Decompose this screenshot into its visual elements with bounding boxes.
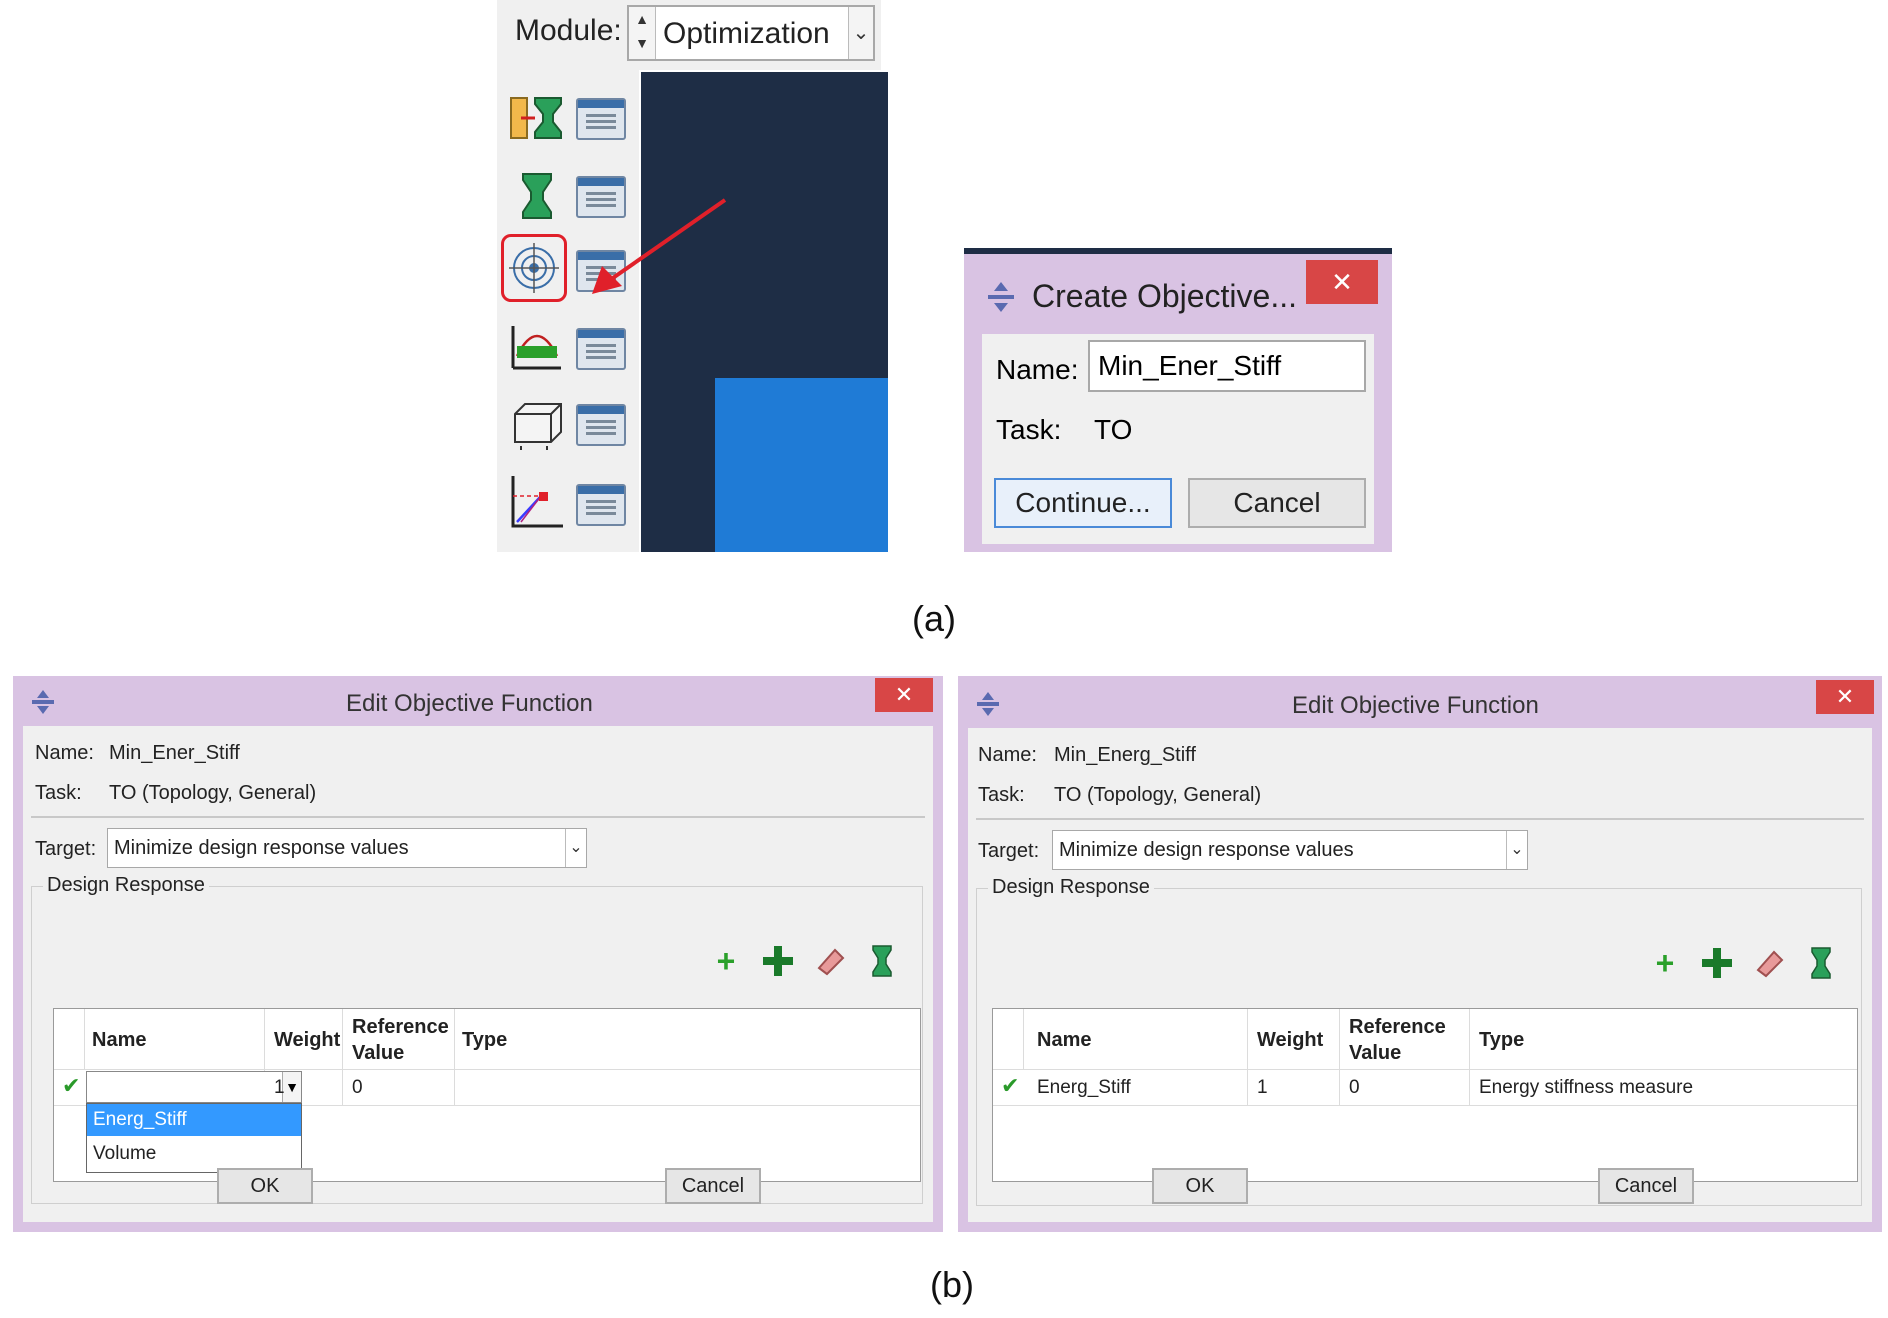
chevron-down-icon[interactable]: ▼ xyxy=(282,1072,301,1102)
column-header: Weight xyxy=(1257,1029,1324,1051)
name-dropdown-list: Energ_Stiff Volume xyxy=(86,1103,302,1173)
name-cell[interactable]: Energ_Stiff xyxy=(1037,1077,1131,1099)
stop-condition-icon[interactable] xyxy=(507,472,567,532)
edit-objective-dialog-right: Edit Objective Function ✕ Name: Min_Ener… xyxy=(958,676,1882,1232)
dialog-move-icon[interactable] xyxy=(974,690,1002,723)
type-cell: Energy stiffness measure xyxy=(1479,1077,1694,1098)
close-button[interactable]: ✕ xyxy=(1816,680,1874,714)
dropdown-option[interactable]: Energ_Stiff xyxy=(87,1104,301,1136)
name-value: Min_Energ_Stiff xyxy=(1054,744,1196,766)
column-header: Type xyxy=(462,1029,508,1051)
reference-cell[interactable]: 0 xyxy=(352,1077,363,1099)
design-response-table: Name Weight Reference Value Type ✔ ▼ 1 0… xyxy=(53,1008,921,1182)
add-icon[interactable]: + xyxy=(709,944,743,978)
viewport[interactable] xyxy=(641,72,888,552)
dialog-move-icon[interactable] xyxy=(984,280,1018,319)
restriction-manager-icon[interactable] xyxy=(576,404,626,446)
dialog-title: Create Objective... xyxy=(1032,278,1297,314)
cancel-button[interactable]: Cancel xyxy=(665,1168,761,1204)
task-manager-icon[interactable] xyxy=(576,98,626,140)
eraser-icon[interactable] xyxy=(813,944,847,978)
target-label: Target: xyxy=(978,840,1040,862)
dropdown-option[interactable]: Volume xyxy=(87,1138,301,1170)
target-select[interactable]: Minimize design response values ⌄ xyxy=(1052,830,1528,870)
edit-body: Name: Min_Ener_Stiff Task: TO (Topology,… xyxy=(23,726,933,1222)
dialog-title: Edit Objective Function xyxy=(346,690,593,717)
check-icon: ✔ xyxy=(62,1073,81,1098)
constraint-icon[interactable] xyxy=(507,316,567,376)
ok-button[interactable]: OK xyxy=(217,1168,313,1204)
module-bar: Module: ▲ ▼ Optimization ⌄ xyxy=(497,0,881,70)
name-combo[interactable]: ▼ xyxy=(86,1071,302,1103)
target-label: Target: xyxy=(35,838,97,860)
target-select[interactable]: Minimize design response values ⌄ xyxy=(107,828,587,868)
cancel-button[interactable]: Cancel xyxy=(1598,1168,1694,1204)
name-label: Name: xyxy=(996,354,1079,385)
model-part xyxy=(715,378,888,552)
dialog-move-icon[interactable] xyxy=(29,688,57,721)
column-header: Weight xyxy=(274,1029,341,1051)
add-multiple-icon[interactable] xyxy=(1700,946,1734,980)
chevron-down-icon[interactable]: ⌄ xyxy=(848,7,873,59)
separator xyxy=(976,818,1864,820)
chevron-down-icon[interactable]: ⌄ xyxy=(1506,831,1527,869)
dialog-title: Edit Objective Function xyxy=(1292,692,1539,719)
geometric-restriction-icon[interactable] xyxy=(507,394,567,454)
stop-manager-icon[interactable] xyxy=(576,484,626,526)
module-select[interactable]: ▲ ▼ Optimization ⌄ xyxy=(627,5,875,61)
column-header: Name xyxy=(1037,1029,1092,1051)
chevron-down-icon[interactable]: ⌄ xyxy=(565,829,586,867)
weight-cell[interactable]: 1 xyxy=(1257,1077,1268,1099)
callout-arrow xyxy=(592,198,727,294)
group-label: Design Response xyxy=(43,874,209,897)
column-header: Type xyxy=(1479,1029,1525,1051)
ok-button[interactable]: OK xyxy=(1152,1168,1248,1204)
objective-function-icon[interactable] xyxy=(501,234,567,302)
constraint-manager-icon[interactable] xyxy=(576,328,626,370)
edit-objective-dialog-left: Edit Objective Function ✕ Name: Min_Ener… xyxy=(13,676,943,1232)
edit-body: Name: Min_Energ_Stiff Task: TO (Topology… xyxy=(968,728,1872,1222)
task-value: TO (Topology, General) xyxy=(109,782,317,804)
design-response-icon[interactable] xyxy=(1804,946,1838,980)
design-response-icon[interactable] xyxy=(865,944,899,978)
group-label: Design Response xyxy=(988,876,1154,899)
continue-button[interactable]: Continue... xyxy=(994,478,1172,528)
add-multiple-icon[interactable] xyxy=(761,944,795,978)
create-task-icon[interactable] xyxy=(507,88,567,148)
task-value: TO (Topology, General) xyxy=(1054,784,1262,806)
design-response-table: Name Weight Reference Value Type ✔ Energ… xyxy=(992,1008,1858,1182)
close-button[interactable]: ✕ xyxy=(1306,260,1378,304)
design-response-icon[interactable] xyxy=(507,166,567,226)
name-field[interactable]: Min_Ener_Stiff xyxy=(1088,340,1366,392)
task-value: TO xyxy=(1094,414,1133,445)
name-label: Name: xyxy=(35,742,94,764)
close-button[interactable]: ✕ xyxy=(875,678,933,712)
caption-a: (a) xyxy=(912,598,956,639)
cancel-button[interactable]: Cancel xyxy=(1188,478,1366,528)
caption-b: (b) xyxy=(930,1264,974,1305)
task-label: Task: xyxy=(978,784,1025,806)
toolbox xyxy=(497,70,639,552)
name-value: Min_Ener_Stiff xyxy=(109,742,240,764)
check-icon: ✔ xyxy=(1001,1073,1020,1098)
create-objective-body: Name: Min_Ener_Stiff Task: TO Continue..… xyxy=(982,334,1374,544)
column-header: Reference Value xyxy=(352,1016,449,1064)
weight-cell[interactable]: 1 xyxy=(274,1077,285,1099)
separator xyxy=(31,816,925,818)
module-label: Module: xyxy=(515,14,622,47)
module-value: Optimization xyxy=(663,17,830,50)
task-label: Task: xyxy=(35,782,82,804)
column-header: Reference Value xyxy=(1349,1016,1446,1064)
reference-cell[interactable]: 0 xyxy=(1349,1077,1360,1099)
add-icon[interactable]: + xyxy=(1648,946,1682,980)
column-header: Name xyxy=(92,1029,147,1051)
name-label: Name: xyxy=(978,744,1037,766)
module-spinner-icon[interactable]: ▲ ▼ xyxy=(629,7,656,59)
task-label: Task: xyxy=(996,414,1062,445)
create-objective-dialog: Create Objective... ✕ Name: Min_Ener_Sti… xyxy=(964,248,1392,552)
eraser-icon[interactable] xyxy=(1752,946,1786,980)
